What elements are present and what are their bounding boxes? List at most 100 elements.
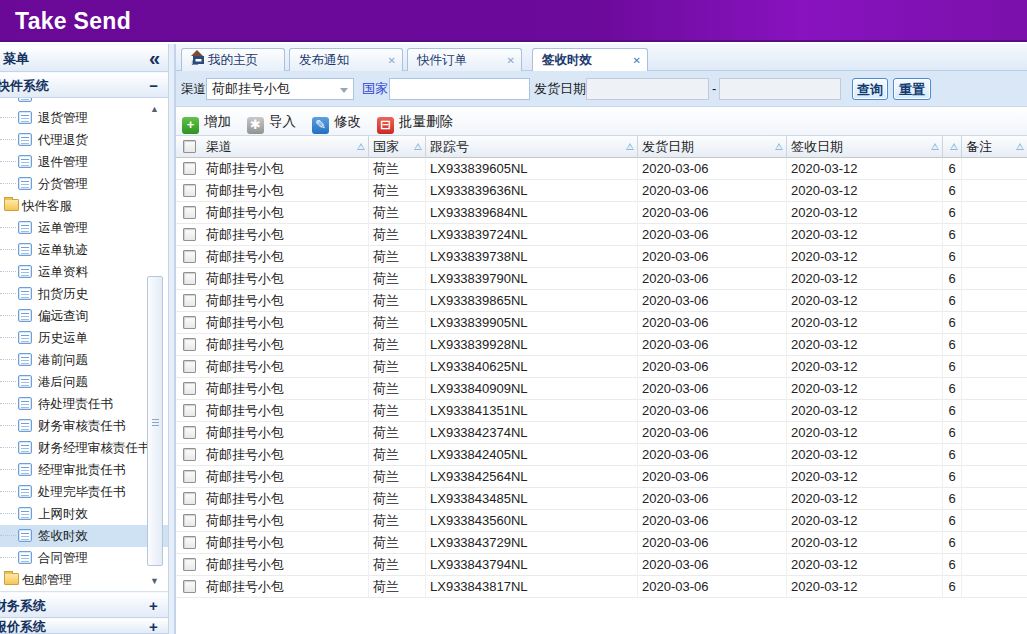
- scrollbar-thumb[interactable]: [147, 276, 163, 566]
- column-header-0[interactable]: 渠道: [202, 136, 369, 158]
- column-header-5[interactable]: [943, 136, 962, 158]
- row-checkbox[interactable]: [183, 206, 196, 219]
- date-from-input[interactable]: [586, 78, 709, 100]
- column-header-3[interactable]: 发货日期: [638, 136, 787, 158]
- sidebar-collapse-icon[interactable]: «: [149, 45, 160, 72]
- sidebar-section-finance[interactable]: 财务系统 +: [0, 592, 168, 618]
- sidebar-item-15[interactable]: 财务审核责任书: [0, 415, 168, 437]
- table-row[interactable]: 荷邮挂号小包荷兰LX933843729NL2020-03-062020-03-1…: [176, 532, 1027, 554]
- table-row[interactable]: 荷邮挂号小包荷兰LX933842405NL2020-03-062020-03-1…: [176, 444, 1027, 466]
- sidebar-item-1[interactable]: 退货管理: [0, 107, 168, 129]
- column-header-6[interactable]: 备注: [962, 136, 1027, 158]
- country-input[interactable]: [389, 78, 530, 100]
- table-row[interactable]: 荷邮挂号小包荷兰LX933839724NL2020-03-062020-03-1…: [176, 224, 1027, 246]
- reset-button[interactable]: 重置: [893, 78, 931, 100]
- select-all-checkbox[interactable]: [183, 140, 196, 153]
- scroll-up-icon[interactable]: ▲: [147, 102, 162, 116]
- close-icon[interactable]: ✕: [388, 50, 396, 72]
- search-button[interactable]: 查询: [852, 78, 888, 100]
- table-row[interactable]: 荷邮挂号小包荷兰LX933842564NL2020-03-062020-03-1…: [176, 466, 1027, 488]
- sidebar-item-4[interactable]: 分货管理: [0, 173, 168, 195]
- sidebar-item-19[interactable]: 上网时效: [0, 503, 168, 525]
- row-checkbox[interactable]: [183, 360, 196, 373]
- row-checkbox[interactable]: [183, 184, 196, 197]
- tab-2[interactable]: 快件订单✕: [407, 48, 522, 71]
- close-icon[interactable]: ✕: [633, 50, 641, 72]
- channel-select[interactable]: 荷邮挂号小包: [206, 78, 354, 100]
- sort-icon[interactable]: [357, 143, 365, 150]
- sort-icon[interactable]: [950, 143, 958, 150]
- table-row[interactable]: 荷邮挂号小包荷兰LX933840909NL2020-03-062020-03-1…: [176, 378, 1027, 400]
- row-checkbox[interactable]: [183, 338, 196, 351]
- row-checkbox[interactable]: [183, 514, 196, 527]
- table-row[interactable]: 荷邮挂号小包荷兰LX933842374NL2020-03-062020-03-1…: [176, 422, 1027, 444]
- close-icon[interactable]: ✕: [507, 50, 515, 72]
- table-row[interactable]: 荷邮挂号小包荷兰LX933843817NL2020-03-062020-03-1…: [176, 576, 1027, 598]
- sidebar-item-10[interactable]: 偏远查询: [0, 305, 168, 327]
- row-checkbox[interactable]: [183, 294, 196, 307]
- row-checkbox[interactable]: [183, 492, 196, 505]
- column-header-2[interactable]: 跟踪号: [426, 136, 638, 158]
- sidebar-item-12[interactable]: 港前问题: [0, 349, 168, 371]
- sidebar-item-3[interactable]: 退件管理: [0, 151, 168, 173]
- sidebar-item-14[interactable]: 待处理责任书: [0, 393, 168, 415]
- row-checkbox[interactable]: [183, 470, 196, 483]
- sidebar-item-9[interactable]: 扣货历史: [0, 283, 168, 305]
- tab-0[interactable]: ⌂我的主页: [181, 48, 285, 71]
- sidebar-item-20[interactable]: 签收时效: [0, 525, 168, 547]
- row-checkbox[interactable]: [183, 558, 196, 571]
- sidebar-section-quote[interactable]: 报价系统 +: [0, 618, 168, 634]
- date-to-input[interactable]: [719, 78, 841, 100]
- table-row[interactable]: 荷邮挂号小包荷兰LX933839865NL2020-03-062020-03-1…: [176, 290, 1027, 312]
- sidebar-item-0[interactable]: [0, 98, 168, 107]
- table-row[interactable]: 荷邮挂号小包荷兰LX933840625NL2020-03-062020-03-1…: [176, 356, 1027, 378]
- toolbar-button-3[interactable]: ⊟批量删除: [377, 112, 453, 134]
- sidebar-item-6[interactable]: 运单管理: [0, 217, 168, 239]
- row-checkbox[interactable]: [183, 536, 196, 549]
- sort-icon[interactable]: [626, 143, 634, 150]
- toolbar-button-1[interactable]: ✱导入: [247, 112, 296, 134]
- table-row[interactable]: 荷邮挂号小包荷兰LX933843794NL2020-03-062020-03-1…: [176, 554, 1027, 576]
- chevron-down-icon[interactable]: [340, 88, 348, 93]
- column-header-4[interactable]: 签收日期: [787, 136, 943, 158]
- sort-icon[interactable]: [775, 143, 783, 150]
- row-checkbox[interactable]: [183, 228, 196, 241]
- table-row[interactable]: 荷邮挂号小包荷兰LX933839928NL2020-03-062020-03-1…: [176, 334, 1027, 356]
- sidebar-item-22[interactable]: 包邮管理: [0, 569, 168, 591]
- sidebar-item-8[interactable]: 运单资料: [0, 261, 168, 283]
- sidebar-item-5[interactable]: 快件客服: [0, 195, 168, 217]
- sort-icon[interactable]: [1016, 143, 1024, 150]
- sidebar-item-2[interactable]: 代理退货: [0, 129, 168, 151]
- sidebar-item-7[interactable]: 运单轨迹: [0, 239, 168, 261]
- toolbar-button-2[interactable]: ✎修改: [312, 112, 361, 134]
- sort-icon[interactable]: [931, 143, 939, 150]
- sidebar-item-16[interactable]: 财务经理审核责任书: [0, 437, 168, 459]
- row-checkbox[interactable]: [183, 162, 196, 175]
- scroll-down-icon[interactable]: ▼: [147, 574, 162, 588]
- sidebar-scrollbar[interactable]: ▲ ▼: [147, 102, 162, 588]
- table-row[interactable]: 荷邮挂号小包荷兰LX933839738NL2020-03-062020-03-1…: [176, 246, 1027, 268]
- row-checkbox[interactable]: [183, 426, 196, 439]
- tab-3[interactable]: 签收时效✕: [532, 48, 648, 72]
- sidebar-item-17[interactable]: 经理审批责任书: [0, 459, 168, 481]
- row-checkbox[interactable]: [183, 448, 196, 461]
- sidebar-splitter[interactable]: [168, 44, 175, 634]
- row-checkbox[interactable]: [183, 404, 196, 417]
- column-header-1[interactable]: 国家: [369, 136, 426, 158]
- table-row[interactable]: 荷邮挂号小包荷兰LX933843560NL2020-03-062020-03-1…: [176, 510, 1027, 532]
- row-checkbox[interactable]: [183, 250, 196, 263]
- table-row[interactable]: 荷邮挂号小包荷兰LX933839905NL2020-03-062020-03-1…: [176, 312, 1027, 334]
- toolbar-button-0[interactable]: +增加: [182, 112, 231, 134]
- tab-1[interactable]: 发布通知✕: [289, 48, 403, 71]
- table-row[interactable]: 荷邮挂号小包荷兰LX933843485NL2020-03-062020-03-1…: [176, 488, 1027, 510]
- row-checkbox[interactable]: [183, 272, 196, 285]
- row-checkbox[interactable]: [183, 580, 196, 593]
- table-row[interactable]: 荷邮挂号小包荷兰LX933839790NL2020-03-062020-03-1…: [176, 268, 1027, 290]
- table-row[interactable]: 荷邮挂号小包荷兰LX933839605NL2020-03-062020-03-1…: [176, 158, 1027, 180]
- sidebar-item-18[interactable]: 处理完毕责任书: [0, 481, 168, 503]
- row-checkbox[interactable]: [183, 316, 196, 329]
- table-row[interactable]: 荷邮挂号小包荷兰LX933839684NL2020-03-062020-03-1…: [176, 202, 1027, 224]
- sidebar-item-13[interactable]: 港后问题: [0, 371, 168, 393]
- sidebar-menu-header[interactable]: 菜单 «: [0, 44, 168, 72]
- table-row[interactable]: 荷邮挂号小包荷兰LX933841351NL2020-03-062020-03-1…: [176, 400, 1027, 422]
